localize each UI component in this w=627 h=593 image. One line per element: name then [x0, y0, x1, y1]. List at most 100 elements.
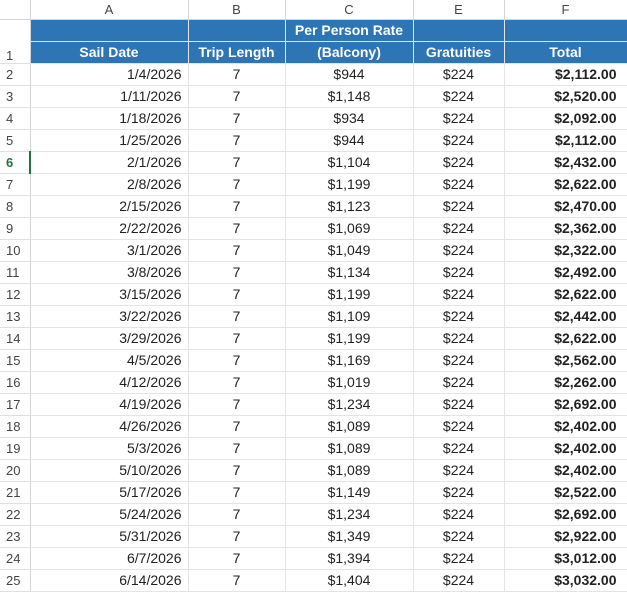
- rate-cell[interactable]: $1,199: [285, 327, 414, 350]
- row-number[interactable]: 21: [0, 481, 31, 504]
- rate-cell[interactable]: $1,199: [285, 173, 414, 196]
- column-header-e[interactable]: E: [413, 0, 505, 20]
- row-number[interactable]: 18: [0, 415, 31, 438]
- sail-date-cell[interactable]: 3/1/2026: [30, 239, 189, 262]
- trip-length-cell[interactable]: 7: [188, 415, 286, 438]
- gratuities-cell[interactable]: $224: [413, 525, 505, 548]
- header-cell-gratuities[interactable]: Gratuities: [413, 41, 505, 64]
- trip-length-cell[interactable]: 7: [188, 437, 286, 460]
- gratuities-cell[interactable]: $224: [413, 547, 505, 570]
- gratuities-cell[interactable]: $224: [413, 503, 505, 526]
- gratuities-cell[interactable]: $224: [413, 327, 505, 350]
- gratuities-cell[interactable]: $224: [413, 437, 505, 460]
- row-number[interactable]: 19: [0, 437, 31, 460]
- row-number[interactable]: 8: [0, 195, 31, 218]
- total-cell[interactable]: $2,922.00: [504, 525, 627, 548]
- sail-date-cell[interactable]: 3/29/2026: [30, 327, 189, 350]
- total-cell[interactable]: $2,402.00: [504, 437, 627, 460]
- row-number[interactable]: 16: [0, 371, 31, 394]
- gratuities-cell[interactable]: $224: [413, 569, 505, 592]
- trip-length-cell[interactable]: 7: [188, 173, 286, 196]
- gratuities-cell[interactable]: $224: [413, 261, 505, 284]
- total-cell[interactable]: $2,692.00: [504, 503, 627, 526]
- total-cell[interactable]: $2,112.00: [504, 63, 627, 86]
- sail-date-cell[interactable]: 2/22/2026: [30, 217, 189, 240]
- trip-length-cell[interactable]: 7: [188, 371, 286, 394]
- total-cell[interactable]: $2,322.00: [504, 239, 627, 262]
- gratuities-cell[interactable]: $224: [413, 173, 505, 196]
- row-number[interactable]: 10: [0, 239, 31, 262]
- rate-cell[interactable]: $1,148: [285, 85, 414, 108]
- trip-length-cell[interactable]: 7: [188, 349, 286, 372]
- sail-date-cell[interactable]: 6/7/2026: [30, 547, 189, 570]
- gratuities-cell[interactable]: $224: [413, 283, 505, 306]
- sail-date-cell[interactable]: 1/25/2026: [30, 129, 189, 152]
- header-cell-trip-length[interactable]: Trip Length: [188, 41, 286, 64]
- sail-date-cell[interactable]: 2/8/2026: [30, 173, 189, 196]
- gratuities-cell[interactable]: $224: [413, 371, 505, 394]
- total-cell[interactable]: $2,470.00: [504, 195, 627, 218]
- sail-date-cell[interactable]: 3/8/2026: [30, 261, 189, 284]
- rate-cell[interactable]: $1,049: [285, 239, 414, 262]
- gratuities-cell[interactable]: $224: [413, 239, 505, 262]
- total-cell[interactable]: $2,402.00: [504, 459, 627, 482]
- gratuities-cell[interactable]: $224: [413, 305, 505, 328]
- total-cell[interactable]: $3,032.00: [504, 569, 627, 592]
- trip-length-cell[interactable]: 7: [188, 459, 286, 482]
- total-cell[interactable]: $2,622.00: [504, 327, 627, 350]
- gratuities-cell[interactable]: $224: [413, 151, 505, 174]
- column-header-b[interactable]: B: [188, 0, 286, 20]
- gratuities-cell[interactable]: $224: [413, 107, 505, 130]
- row-number[interactable]: 5: [0, 129, 31, 152]
- trip-length-cell[interactable]: 7: [188, 481, 286, 504]
- trip-length-cell[interactable]: 7: [188, 569, 286, 592]
- total-cell[interactable]: $2,562.00: [504, 349, 627, 372]
- row-number[interactable]: 11: [0, 261, 31, 284]
- column-header-f[interactable]: F: [504, 0, 627, 20]
- trip-length-cell[interactable]: 7: [188, 217, 286, 240]
- sail-date-cell[interactable]: 5/3/2026: [30, 437, 189, 460]
- rate-cell[interactable]: $944: [285, 129, 414, 152]
- gratuities-cell[interactable]: $224: [413, 217, 505, 240]
- rate-cell[interactable]: $934: [285, 107, 414, 130]
- sail-date-cell[interactable]: 3/22/2026: [30, 305, 189, 328]
- header-cell-rate-bottom[interactable]: (Balcony): [285, 41, 414, 64]
- total-cell[interactable]: $2,262.00: [504, 371, 627, 394]
- row-number[interactable]: 2: [0, 63, 31, 86]
- trip-length-cell[interactable]: 7: [188, 503, 286, 526]
- row-number[interactable]: 20: [0, 459, 31, 482]
- total-cell[interactable]: $2,402.00: [504, 415, 627, 438]
- gratuities-cell[interactable]: $224: [413, 415, 505, 438]
- trip-length-cell[interactable]: 7: [188, 327, 286, 350]
- gratuities-cell[interactable]: $224: [413, 459, 505, 482]
- rate-cell[interactable]: $1,123: [285, 195, 414, 218]
- total-cell[interactable]: $2,492.00: [504, 261, 627, 284]
- total-cell[interactable]: $2,692.00: [504, 393, 627, 416]
- row-number[interactable]: 13: [0, 305, 31, 328]
- header-cell-blank[interactable]: [30, 19, 189, 42]
- rate-cell[interactable]: $1,134: [285, 261, 414, 284]
- row-number[interactable]: 6: [0, 151, 31, 174]
- rate-cell[interactable]: $1,404: [285, 569, 414, 592]
- sail-date-cell[interactable]: 1/18/2026: [30, 107, 189, 130]
- sail-date-cell[interactable]: 4/26/2026: [30, 415, 189, 438]
- row-number[interactable]: 1: [0, 19, 31, 64]
- total-cell[interactable]: $2,622.00: [504, 283, 627, 306]
- gratuities-cell[interactable]: $224: [413, 393, 505, 416]
- total-cell[interactable]: $2,520.00: [504, 85, 627, 108]
- rate-cell[interactable]: $1,104: [285, 151, 414, 174]
- header-cell-rate-top[interactable]: Per Person Rate: [285, 19, 414, 42]
- row-number[interactable]: 23: [0, 525, 31, 548]
- gratuities-cell[interactable]: $224: [413, 481, 505, 504]
- rate-cell[interactable]: $1,089: [285, 459, 414, 482]
- row-number[interactable]: 24: [0, 547, 31, 570]
- row-number[interactable]: 7: [0, 173, 31, 196]
- trip-length-cell[interactable]: 7: [188, 195, 286, 218]
- header-cell-blank[interactable]: [504, 19, 627, 42]
- total-cell[interactable]: $2,092.00: [504, 107, 627, 130]
- rate-cell[interactable]: $1,019: [285, 371, 414, 394]
- row-number[interactable]: 25: [0, 569, 31, 592]
- header-cell-blank[interactable]: [188, 19, 286, 42]
- sail-date-cell[interactable]: 1/11/2026: [30, 85, 189, 108]
- row-number[interactable]: 3: [0, 85, 31, 108]
